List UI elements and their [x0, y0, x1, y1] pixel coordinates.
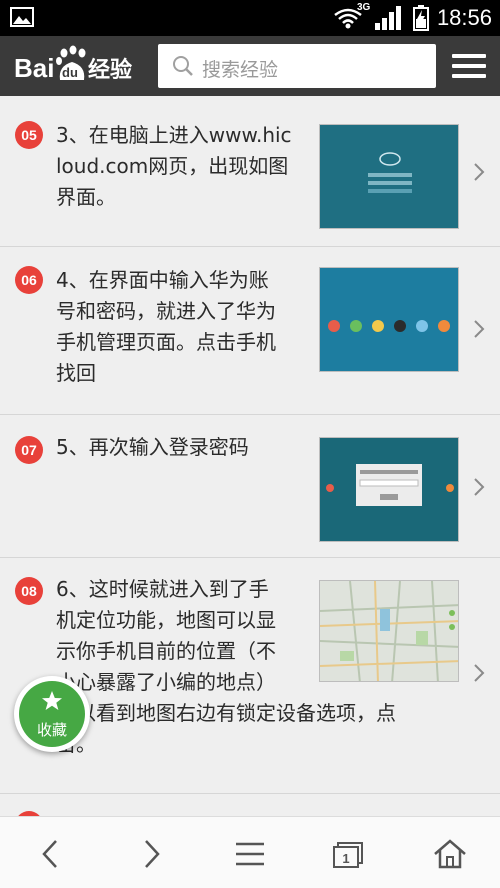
chevron-right-icon[interactable]: [472, 162, 486, 182]
network-type-label: 3G: [356, 2, 371, 13]
tab-count: 1: [342, 851, 349, 866]
screen: 3G 18:56 Bai du 经验 搜索经验 05 3、在电脑上进入www.h…: [0, 0, 500, 888]
step-text: 5、再次输入登录密码: [56, 435, 249, 459]
favorite-button[interactable]: 收藏: [14, 676, 90, 752]
tabs-icon[interactable]: 1: [328, 837, 368, 871]
step-item[interactable]: 05 3、在电脑上进入www.hic loud.com网页，出现如图 界面。: [0, 96, 500, 247]
bottom-navigation-bar: 1: [0, 816, 500, 888]
home-icon[interactable]: [430, 837, 470, 871]
svg-text:08: 08: [21, 583, 37, 599]
paw-icon: du: [56, 45, 86, 80]
chevron-right-icon[interactable]: [472, 319, 486, 339]
search-icon: [173, 56, 193, 76]
step-item[interactable]: 06 4、在界面中输入华为账 号和密码，就进入了华为 手机管理页面。点击手机 找…: [0, 247, 500, 415]
star-icon: [42, 691, 62, 710]
battery-charging-icon: [412, 5, 429, 31]
step-number-badge: 06: [15, 266, 43, 294]
logo-text-du: du: [62, 65, 78, 80]
forward-icon[interactable]: [130, 837, 170, 871]
step-image[interactable]: [319, 267, 459, 372]
chevron-right-icon[interactable]: [472, 663, 486, 683]
svg-text:06: 06: [21, 272, 37, 288]
step-image[interactable]: [319, 124, 459, 229]
logo-text-jingyan: 经验: [88, 57, 132, 83]
step-item[interactable]: 07 5、再次输入登录密码: [0, 415, 500, 558]
search-input[interactable]: 搜索经验: [158, 44, 436, 88]
step-text: 4、在界面中输入华为账 号和密码，就进入了华为 手机管理页面。点击手机 找回: [56, 268, 276, 385]
baidu-jingyan-logo[interactable]: Bai du 经验: [14, 44, 144, 88]
step-text: 3、在电脑上进入www.hic loud.com网页，出现如图 界面。: [56, 123, 292, 209]
chevron-right-icon[interactable]: [472, 477, 486, 497]
favorite-label: 收藏: [36, 721, 67, 739]
step-number-badge: 05: [15, 121, 43, 149]
svg-text:07: 07: [21, 442, 37, 458]
app-header: Bai du 经验 搜索经验: [0, 36, 500, 96]
menu-list-icon[interactable]: [230, 837, 270, 871]
status-bar: 3G 18:56: [0, 0, 500, 36]
back-icon[interactable]: [32, 837, 72, 871]
logo-text-bai: Bai: [14, 53, 54, 83]
step-number-badge: 07: [15, 436, 43, 464]
clock: 18:56: [436, 5, 492, 30]
gallery-icon: [10, 7, 34, 27]
step-item[interactable]: 08 6、这时候就进入到了手 机定位功能，地图可以显 示你手机目前的位置（不 小…: [0, 558, 500, 794]
step-image[interactable]: [319, 437, 459, 542]
signal-icon: [374, 6, 401, 30]
step-image[interactable]: [319, 580, 459, 682]
signal-indicator: 3G: [357, 2, 405, 31]
status-right: 3G 18:56: [333, 0, 492, 36]
menu-icon[interactable]: [452, 54, 486, 80]
step-number-badge: 08: [15, 577, 43, 605]
svg-text:05: 05: [21, 127, 37, 143]
search-placeholder: 搜索经验: [202, 59, 279, 81]
